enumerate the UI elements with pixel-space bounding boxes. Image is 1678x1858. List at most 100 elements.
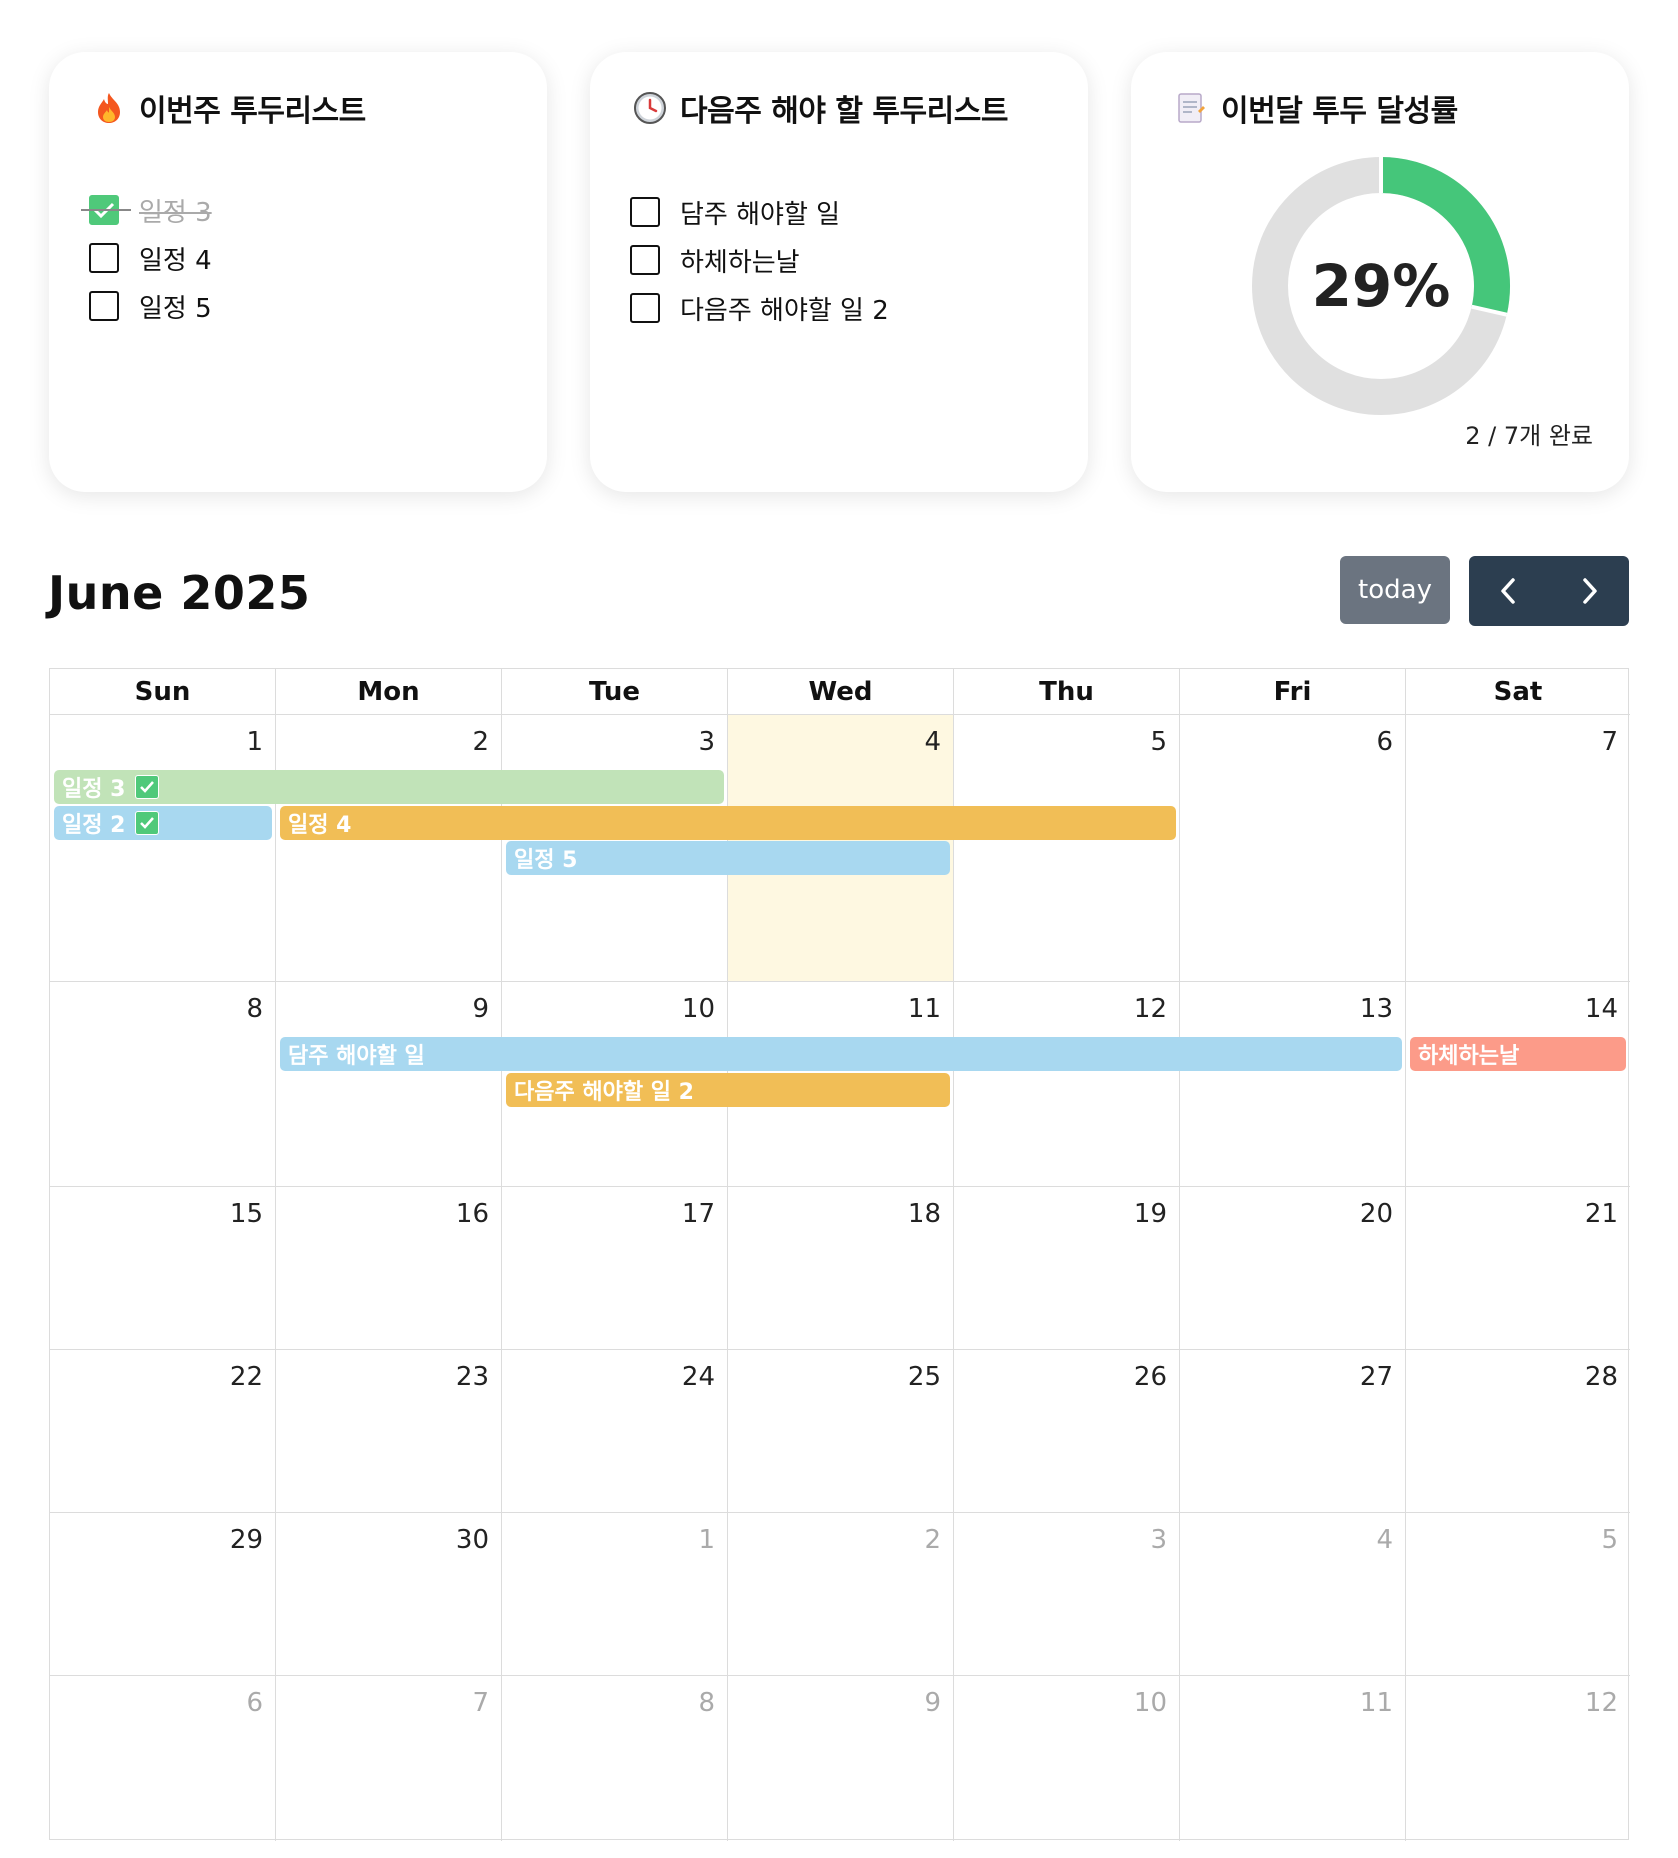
monthly-progress-card: 이번달 투두 달성률 29% 2 / 7개 완료 xyxy=(1131,52,1629,492)
today-button[interactable]: today xyxy=(1340,556,1450,624)
calendar-day[interactable]: 9 xyxy=(276,982,502,1186)
day-number: 1 xyxy=(698,1525,715,1555)
next-month-button[interactable] xyxy=(1549,556,1629,626)
calendar-day[interactable]: 17 xyxy=(502,1187,728,1349)
checkbox[interactable] xyxy=(89,291,119,321)
day-number: 13 xyxy=(1359,994,1393,1024)
calendar-day[interactable]: 24 xyxy=(502,1350,728,1512)
todo-label: 하체하는날 xyxy=(680,247,800,278)
calendar-day[interactable]: 18 xyxy=(728,1187,954,1349)
day-number: 3 xyxy=(1150,1525,1167,1555)
calendar-day[interactable]: 28 xyxy=(1406,1350,1630,1512)
calendar-day[interactable]: 9 xyxy=(728,1676,954,1841)
calendar-day[interactable]: 3 xyxy=(954,1513,1180,1675)
day-number: 6 xyxy=(1376,727,1393,757)
calendar-day[interactable]: 7 xyxy=(276,1676,502,1841)
weekday-label: Tue xyxy=(502,669,728,715)
checkbox[interactable] xyxy=(89,243,119,273)
day-number: 19 xyxy=(1133,1199,1167,1229)
calendar-day[interactable]: 14 xyxy=(1406,982,1630,1186)
day-number: 3 xyxy=(698,727,715,757)
todo-item[interactable]: 다음주 해야할 일 2 xyxy=(630,284,889,332)
event-title: 다음주 해야할 일 2 xyxy=(514,1079,694,1105)
calendar-day[interactable]: 20 xyxy=(1180,1187,1406,1349)
calendar-day[interactable]: 6 xyxy=(1180,715,1406,981)
day-number: 30 xyxy=(455,1525,489,1555)
event-title: 일정 4 xyxy=(288,812,352,838)
calendar-day[interactable]: 29 xyxy=(50,1513,276,1675)
calendar-event[interactable]: 일정 4 xyxy=(280,805,1176,840)
calendar-event[interactable]: 일정 2 xyxy=(54,805,272,840)
todo-item[interactable]: 일정 3 xyxy=(81,186,212,234)
calendar-day[interactable]: 26 xyxy=(954,1350,1180,1512)
day-number: 14 xyxy=(1584,994,1618,1024)
todo-item[interactable]: 하체하는날 xyxy=(630,236,889,284)
this-week-todo-card: 이번주 투두리스트 일정 3 일정 4 일정 5 xyxy=(49,52,547,492)
calendar-day[interactable]: 13 xyxy=(1180,982,1406,1186)
summary-cards: 이번주 투두리스트 일정 3 일정 4 일정 5 다음주 해야 할 투두리스트 … xyxy=(49,52,1629,492)
day-number: 23 xyxy=(455,1362,489,1392)
calendar-day[interactable]: 8 xyxy=(50,982,276,1186)
calendar-event[interactable]: 일정 3 xyxy=(54,770,724,804)
calendar-day[interactable]: 5 xyxy=(1406,1513,1630,1675)
this-week-todo-list: 일정 3 일정 4 일정 5 xyxy=(81,186,212,330)
checkbox[interactable] xyxy=(630,293,660,323)
checkbox[interactable] xyxy=(630,245,660,275)
checkbox[interactable] xyxy=(630,197,660,227)
calendar-day[interactable]: 12 xyxy=(954,982,1180,1186)
day-number: 8 xyxy=(246,994,263,1024)
calendar-day[interactable]: 1 xyxy=(50,715,276,981)
calendar-day[interactable]: 25 xyxy=(728,1350,954,1512)
weekday-label: Wed xyxy=(728,669,954,715)
calendar-day[interactable]: 27 xyxy=(1180,1350,1406,1512)
day-number: 11 xyxy=(1359,1688,1393,1718)
progress-percent: 29% xyxy=(1311,252,1451,320)
day-number: 16 xyxy=(455,1199,489,1229)
day-number: 9 xyxy=(924,1688,941,1718)
day-number: 24 xyxy=(681,1362,715,1392)
calendar-day[interactable]: 6 xyxy=(50,1676,276,1841)
calendar-day[interactable]: 1 xyxy=(502,1513,728,1675)
calendar-day[interactable]: 30 xyxy=(276,1513,502,1675)
calendar-day[interactable]: 23 xyxy=(276,1350,502,1512)
todo-item[interactable]: 담주 해야할 일 xyxy=(630,188,889,236)
prev-month-button[interactable] xyxy=(1469,556,1549,626)
clock-icon xyxy=(632,90,668,126)
calendar-day[interactable]: 21 xyxy=(1406,1187,1630,1349)
calendar-event[interactable]: 일정 5 xyxy=(506,841,950,875)
todo-item[interactable]: 일정 4 xyxy=(89,234,212,282)
calendar-event[interactable]: 담주 해야할 일 xyxy=(280,1037,1402,1071)
calendar-event[interactable]: 하체하는날 xyxy=(1410,1037,1626,1071)
day-number: 12 xyxy=(1133,994,1167,1024)
calendar-day[interactable]: 19 xyxy=(954,1187,1180,1349)
day-number: 15 xyxy=(229,1199,263,1229)
calendar-day[interactable]: 5 xyxy=(954,715,1180,981)
month-calendar: Sun Mon Tue Wed Thu Fri Sat 1 2 3 4 5 6 7 8 9 10 11 12 13 1… xyxy=(49,668,1630,1841)
calendar-day[interactable]: 2 xyxy=(276,715,502,981)
todo-item[interactable]: 일정 5 xyxy=(89,282,212,330)
calendar-day[interactable]: 15 xyxy=(50,1187,276,1349)
event-title: 일정 5 xyxy=(514,848,578,873)
todo-label: 일정 3 xyxy=(139,197,212,228)
calendar-day[interactable]: 2 xyxy=(728,1513,954,1675)
event-title: 일정 3 xyxy=(62,777,126,802)
calendar-nav-buttons xyxy=(1469,556,1629,626)
day-number: 6 xyxy=(246,1688,263,1718)
calendar-day[interactable]: 11 xyxy=(1180,1676,1406,1841)
calendar-event[interactable]: 다음주 해야할 일 2 xyxy=(506,1072,950,1107)
monthly-card-title: 이번달 투두 달성률 xyxy=(1173,88,1458,129)
calendar-day[interactable]: 8 xyxy=(502,1676,728,1841)
day-number: 27 xyxy=(1359,1362,1393,1392)
calendar-day[interactable]: 16 xyxy=(276,1187,502,1349)
calendar-day[interactable]: 22 xyxy=(50,1350,276,1512)
calendar-day[interactable]: 10 xyxy=(954,1676,1180,1841)
calendar-day[interactable]: 7 xyxy=(1406,715,1630,981)
calendar-day[interactable]: 12 xyxy=(1406,1676,1630,1841)
day-number: 7 xyxy=(472,1688,489,1718)
weekday-label: Sun xyxy=(50,669,276,715)
calendar-day[interactable]: 4 xyxy=(1180,1513,1406,1675)
weekday-label: Sat xyxy=(1493,677,1543,707)
day-number: 21 xyxy=(1584,1199,1618,1229)
card-title-text: 이번달 투두 달성률 xyxy=(1221,94,1458,129)
progress-caption: 2 / 7개 완료 xyxy=(1465,422,1593,450)
